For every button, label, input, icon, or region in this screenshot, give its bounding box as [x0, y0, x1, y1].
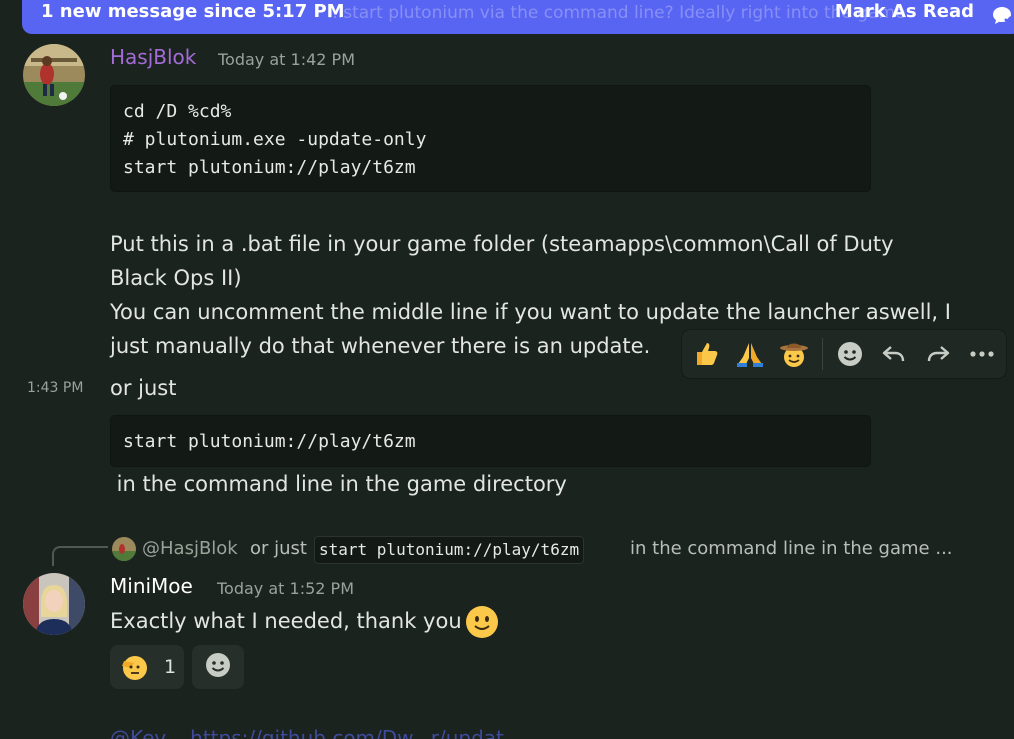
- reply-mention[interactable]: @HasjBlok: [142, 538, 238, 559]
- banner-ghost-text: ...start plutonium via the command line?…: [327, 3, 906, 23]
- reaction-saluting[interactable]: 1: [110, 645, 184, 689]
- code-block: cd /D %cd% # plutonium.exe -update-only …: [110, 85, 871, 192]
- mark-read-icon[interactable]: [990, 4, 1014, 28]
- message-timestamp: Today at 1:42 PM: [218, 50, 355, 69]
- add-reaction-icon[interactable]: [832, 336, 868, 372]
- code-line: start plutonium://play/t6zm: [123, 157, 416, 178]
- cowboy-icon[interactable]: [776, 336, 812, 372]
- username-minimoe[interactable]: MiniMoe: [110, 574, 193, 598]
- message-actions-toolbar: [682, 330, 1006, 378]
- forward-icon[interactable]: [920, 336, 956, 372]
- username-hasjblok[interactable]: HasjBlok: [110, 45, 196, 69]
- reply-text[interactable]: or just: [250, 538, 307, 559]
- chat-view: ...start plutonium via the command line?…: [0, 0, 1014, 739]
- reply-connector: [52, 546, 108, 566]
- reply-text[interactable]: in the command line in the game ...: [630, 538, 953, 559]
- avatar-minimoe[interactable]: [23, 573, 85, 635]
- new-messages-banner[interactable]: ...start plutonium via the command line?…: [22, 0, 1014, 34]
- next-reply-preview[interactable]: @Kev... https://github.com/Dw...r/updat.…: [110, 726, 523, 739]
- message-line: Black Ops II): [110, 266, 242, 290]
- add-reaction-button[interactable]: [192, 645, 244, 689]
- toolbar-divider: [822, 338, 823, 370]
- reply-avatar[interactable]: [112, 537, 136, 561]
- reply-inline-code[interactable]: start plutonium://play/t6zm: [314, 536, 585, 564]
- message-body: in the command line in the game director…: [110, 472, 567, 496]
- add-reaction-icon: [204, 651, 232, 683]
- code-line: # plutonium.exe -update-only: [123, 129, 427, 150]
- mark-as-read-button[interactable]: Mark As Read: [835, 1, 974, 22]
- message-line: Put this in a .bat file in your game fol…: [110, 232, 894, 256]
- code-line: cd /D %cd%: [123, 101, 232, 122]
- message-body: or just: [110, 376, 177, 400]
- message-timestamp: Today at 1:52 PM: [217, 579, 354, 598]
- thumbs-up-icon[interactable]: [688, 336, 724, 372]
- new-messages-text: 1 new message since 5:17 PM: [41, 1, 345, 22]
- saluting-face-icon: [120, 652, 150, 682]
- code-block: start plutonium://play/t6zm: [110, 415, 871, 467]
- slightly-smiling-icon: [465, 605, 499, 639]
- pray-icon[interactable]: [732, 336, 768, 372]
- avatar-hasjblok[interactable]: [23, 44, 85, 106]
- message-body: Exactly what I needed, thank you: [110, 609, 462, 633]
- more-icon[interactable]: [964, 336, 1000, 372]
- message-side-timestamp: 1:43 PM: [27, 380, 84, 396]
- code-line: start plutonium://play/t6zm: [123, 431, 416, 452]
- message-line: You can uncomment the middle line if you…: [110, 300, 951, 324]
- reaction-count: 1: [164, 656, 177, 678]
- reply-icon[interactable]: [876, 336, 912, 372]
